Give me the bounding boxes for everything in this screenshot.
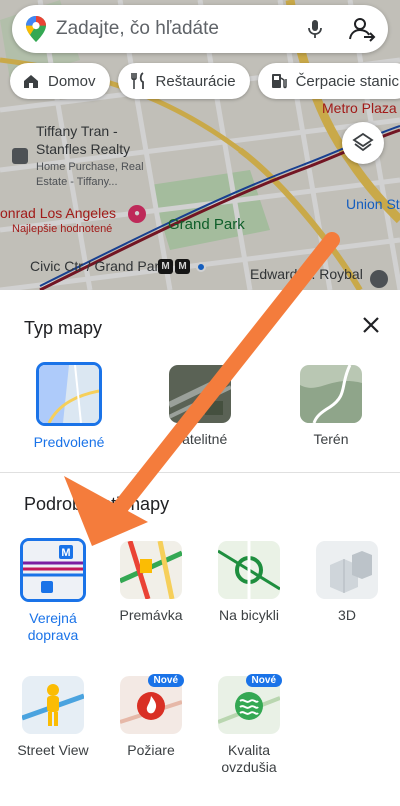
map-type-title: Typ mapy (24, 318, 103, 338)
category-chips: Domov Reštaurácie Čerpacie stanic (10, 63, 400, 99)
detail-public-transport[interactable]: M Verejná doprava (8, 538, 98, 644)
account-icon[interactable] (348, 15, 376, 43)
map-view[interactable]: Metro Plaza Tiffany Tran - Stanfles Real… (0, 0, 400, 290)
building-icon (370, 270, 388, 288)
detail-label: 3D (338, 607, 356, 623)
transit-thumb: M (20, 538, 86, 602)
location-dot (196, 262, 206, 272)
chip-label: Čerpacie stanic (295, 72, 399, 90)
traffic-thumb (120, 541, 182, 599)
search-input[interactable]: Zadajte, čo hľadáte (56, 18, 304, 40)
detail-label: Street View (17, 742, 89, 758)
fork-knife-icon (130, 72, 144, 89)
terrain-map-thumbnail (300, 365, 362, 423)
detail-label: Na bicykli (219, 607, 279, 623)
3d-thumb (316, 541, 378, 599)
detail-label: Požiare (127, 742, 175, 758)
street-view-icon (22, 676, 84, 734)
air-quality-thumb: Nové (217, 674, 282, 734)
map-type-default-thumb (36, 362, 102, 426)
chip-restaurants[interactable]: Reštaurácie (117, 63, 250, 99)
metro-icon: M (175, 259, 190, 274)
home-icon (24, 75, 38, 88)
map-label-home-purchase: Home Purchase, Real (36, 161, 144, 173)
section-divider (0, 472, 400, 473)
map-type-label: Terén (313, 431, 349, 447)
close-icon (363, 317, 379, 333)
layers-icon (352, 132, 374, 152)
detail-street-view[interactable]: Street View (8, 676, 98, 759)
microphone-icon[interactable] (304, 18, 326, 40)
map-details-title: Podrobnosti mapy (24, 494, 170, 514)
gas-pump-icon (271, 74, 287, 89)
map-label-grand-park: Grand Park (168, 216, 245, 233)
bicycling-thumb (218, 541, 280, 599)
map-type-default[interactable]: Predvolené (24, 362, 114, 451)
chip-gas-stations[interactable]: Čerpacie stanic (257, 63, 400, 99)
detail-wildfires[interactable]: Nové Požiare (106, 674, 196, 759)
satellite-map-thumbnail (169, 365, 231, 423)
poi-icon (12, 148, 28, 164)
detail-label: Kvalita ovzdušia (221, 742, 277, 775)
map-label-estate: Estate - Tiffany... (36, 176, 118, 188)
map-label-conrad: onrad Los Angeles (0, 205, 116, 221)
close-button[interactable] (358, 312, 384, 338)
map-label-best-rated: Najlepšie hodnotené (12, 223, 113, 235)
wildfires-thumb: Nové (119, 674, 184, 734)
detail-label: Verejná doprava (27, 610, 79, 643)
map-label-civic-center: Civic Ctr / Grand Park (30, 258, 167, 274)
detail-3d[interactable]: 3D (302, 541, 392, 624)
metro-icon: M (158, 259, 173, 274)
detail-air-quality[interactable]: Nové Kvalita ovzdušia (204, 674, 294, 776)
layers-button[interactable] (342, 122, 384, 164)
transit-icon: M (23, 541, 83, 599)
map-label-tiffany: Tiffany Tran - (36, 123, 118, 139)
map-label-union: Union St (346, 196, 400, 212)
hotel-icon: ● (128, 205, 146, 223)
map-type-terrain[interactable]: Terén (286, 365, 376, 448)
detail-traffic[interactable]: Premávka (106, 541, 196, 624)
svg-text:M: M (61, 547, 70, 559)
detail-label: Premávka (119, 607, 183, 623)
chip-label: Reštaurácie (155, 72, 236, 90)
traffic-icon (120, 541, 182, 599)
map-type-terrain-thumb (300, 365, 362, 423)
default-map-thumbnail (39, 365, 99, 423)
map-type-label: Satelitné (172, 431, 228, 447)
detail-bicycling[interactable]: Na bicykli (204, 541, 294, 624)
3d-buildings-icon (316, 541, 378, 599)
chip-label: Domov (48, 72, 96, 90)
map-type-label: Predvolené (33, 434, 105, 450)
map-type-satellite[interactable]: Satelitné (155, 365, 245, 448)
new-badge: Nové (245, 674, 282, 687)
bicycling-icon (218, 541, 280, 599)
chip-home[interactable]: Domov (10, 63, 110, 99)
maps-pin-icon (26, 16, 46, 42)
map-label-stanfles: Stanfles Realty (36, 141, 131, 157)
map-type-satellite-thumb (169, 365, 231, 423)
search-bar[interactable]: Zadajte, čo hľadáte (12, 5, 388, 53)
new-badge: Nové (147, 674, 184, 687)
street-view-thumb (22, 676, 84, 734)
map-label-metro-plaza: Metro Plaza (322, 100, 397, 116)
map-label-edward-roybal: Edward R. Roybal (250, 266, 363, 282)
